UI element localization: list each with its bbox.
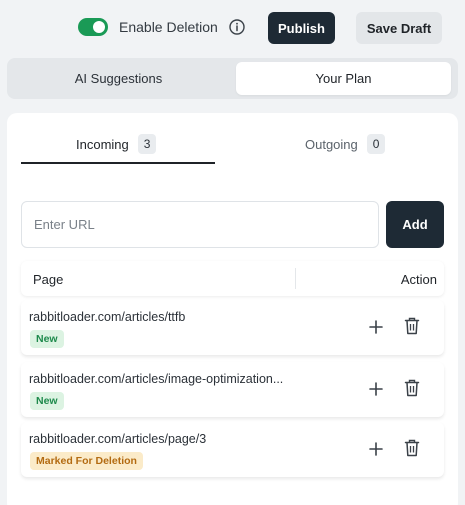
publish-button[interactable]: Publish [268, 12, 335, 44]
active-tab-indicator [21, 162, 215, 164]
trash-icon[interactable] [404, 379, 420, 397]
row-url: rabbitloader.com/articles/page/3 [29, 432, 207, 446]
enable-deletion-toggle[interactable] [78, 18, 108, 36]
tab-outgoing[interactable]: Outgoing 0 [305, 129, 386, 159]
url-input[interactable] [21, 201, 379, 248]
outgoing-count-badge: 0 [366, 134, 386, 154]
column-divider [295, 268, 296, 289]
add-button[interactable]: Add [386, 201, 444, 248]
status-badge: New [30, 330, 64, 348]
toolbar: Enable Deletion Publish Save Draft [0, 0, 465, 56]
table-header: Page Action [21, 261, 444, 296]
tab-ai-suggestions[interactable]: AI Suggestions [11, 62, 226, 95]
column-header-page: Page [33, 272, 64, 287]
view-switcher: AI Suggestions Your Plan [7, 58, 458, 99]
plus-icon[interactable] [368, 441, 384, 457]
status-badge: Marked For Deletion [30, 452, 143, 470]
trash-icon[interactable] [404, 439, 420, 457]
enable-deletion-label: Enable Deletion [119, 19, 218, 35]
info-icon[interactable] [229, 19, 245, 35]
tab-incoming[interactable]: Incoming 3 [76, 129, 157, 159]
save-draft-button[interactable]: Save Draft [356, 12, 442, 44]
plan-card: Incoming 3 Outgoing 0 Add Page Action ra… [7, 113, 458, 505]
table-row: rabbitloader.com/articles/image-optimiza… [21, 362, 444, 417]
trash-icon[interactable] [404, 317, 420, 335]
status-badge: New [30, 392, 64, 410]
tab-incoming-label: Incoming [76, 136, 129, 152]
table-row: rabbitloader.com/articles/ttfb New [21, 300, 444, 355]
plus-icon[interactable] [368, 319, 384, 335]
incoming-count-badge: 3 [137, 134, 157, 154]
column-header-action: Action [400, 272, 437, 287]
table-row: rabbitloader.com/articles/page/3 Marked … [21, 422, 444, 477]
toggle-knob [93, 21, 105, 33]
plus-icon[interactable] [368, 381, 384, 397]
tab-your-plan[interactable]: Your Plan [236, 62, 451, 95]
row-url: rabbitloader.com/articles/image-optimiza… [29, 372, 284, 386]
row-url: rabbitloader.com/articles/ttfb [29, 310, 186, 324]
tab-outgoing-label: Outgoing [305, 136, 358, 152]
